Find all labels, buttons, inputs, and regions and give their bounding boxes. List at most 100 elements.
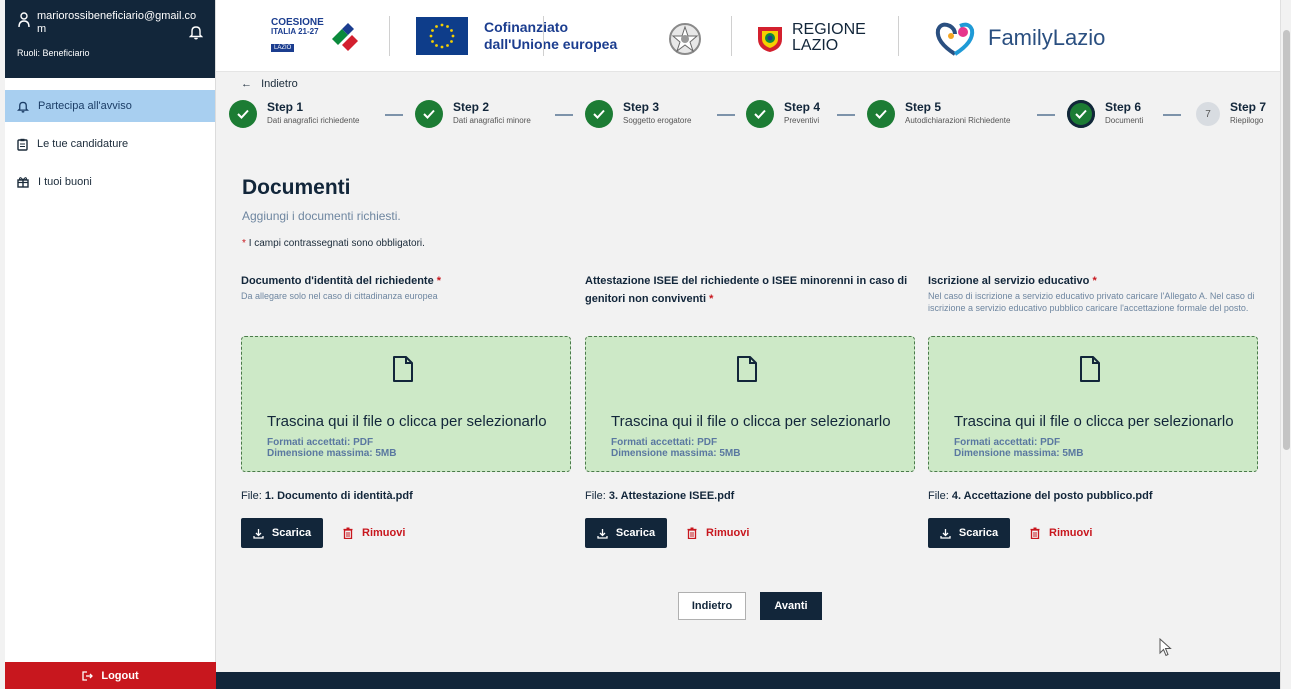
sidebar-item-label: I tuoi buoni [38,176,92,188]
step-4[interactable]: Step 4 Preventivi [746,100,820,128]
document-hint: Da allegare solo nel caso di cittadinanz… [241,291,438,301]
required-star: * [709,293,714,305]
required-star: * [436,275,442,287]
user-panel: mariorossibeneficiario@gmail.com Ruoli: … [5,0,215,78]
file-name: 4. Accettazione del posto pubblico.pdf [951,490,1153,502]
required-note-text: I campi contrassegnati sono obbligatori. [248,238,425,249]
document-label-text: Iscrizione al servizio educativo [928,275,1090,287]
dropzone-maxsize: Dimensione massima: 5MB [611,448,741,459]
step-5[interactable]: Step 5 Autodichiarazioni Richiedente [867,100,1010,128]
download-button[interactable]: Scarica [241,518,323,548]
step-connector [717,114,735,116]
dropzone-text: Trascina qui il file o clicca per selezi… [954,413,1234,430]
header-divider [543,16,544,56]
eu-flag-icon [416,17,468,55]
eu-logo: Cofinanziato dall'Unione europea [416,17,617,55]
dropzone-formats: Formati accettati: PDF [954,437,1061,448]
dropzone-maxsize: Dimensione massima: 5MB [267,448,397,459]
file-line: File: 4. Accettazione del posto pubblico… [928,490,1153,502]
trash-icon [687,527,697,539]
step-7[interactable]: 7 Step 7 Riepilogo [1196,100,1266,126]
step-subtitle: Dati anagrafici minore [453,116,531,125]
remove-button[interactable]: Rimuovi [687,527,749,539]
bell-icon[interactable] [189,24,203,40]
sidebar-item-label: Le tue candidature [37,138,129,150]
step-subtitle: Autodichiarazioni Richiedente [905,116,1011,125]
remove-label: Rimuovi [1049,527,1093,539]
coesione-mark-icon [331,23,358,51]
sidebar: mariorossibeneficiario@gmail.com Ruoli: … [5,0,216,689]
step-number: 7 [1196,102,1220,126]
download-label: Scarica [615,527,656,539]
dropzone[interactable]: Trascina qui il file o clicca per selezi… [585,336,915,472]
download-button[interactable]: Scarica [928,518,1010,548]
step-2[interactable]: Step 2 Dati anagrafici minore [415,100,531,128]
next-button[interactable]: Avanti [760,592,822,620]
stepper: Step 1 Dati anagrafici richiedente Step 2… [229,100,1279,140]
dropzone[interactable]: Trascina qui il file o clicca per selezi… [928,336,1258,472]
dropzone-text: Trascina qui il file o clicca per selezi… [611,413,891,430]
eu-text-line2: dall'Unione europea [484,36,618,52]
header-divider [389,16,390,56]
file-name: 1. Documento di identità.pdf [264,490,413,502]
header-divider [898,16,899,56]
file-prefix: File: [928,490,949,502]
scroll-thumb[interactable] [1283,30,1290,450]
document-hint: Nel caso di iscrizione a servizio educat… [928,291,1255,313]
download-button[interactable]: Scarica [585,518,667,548]
step-title: Step 4 [784,100,821,114]
step-subtitle: Preventivi [784,116,820,125]
step-connector [385,114,403,116]
check-icon [415,100,443,128]
remove-button[interactable]: Rimuovi [343,527,405,539]
download-icon [940,528,951,539]
main-content: ← Indietro Step 1 Dati anagrafici richied… [216,72,1280,672]
sidebar-item-partecipa[interactable]: Partecipa all'avviso [5,90,215,122]
dropzone-formats: Formati accettati: PDF [611,437,718,448]
check-icon [746,100,774,128]
step-1[interactable]: Step 1 Dati anagrafici richiedente [229,100,360,128]
download-icon [253,528,264,539]
logout-button[interactable]: Logout [5,662,216,689]
back-button[interactable]: Indietro [678,592,746,620]
dropzone[interactable]: Trascina qui il file o clicca per selezi… [241,336,571,472]
trash-icon [1030,527,1040,539]
header-divider [731,16,732,56]
file-icon [393,356,413,382]
scrollbar[interactable] [1280,0,1291,689]
arrow-left-icon: ← [241,78,252,90]
download-label: Scarica [958,527,999,539]
document-iscrizione: Iscrizione al servizio educativo * Nel c… [928,272,1258,548]
required-star: * [1092,275,1097,287]
regione-text-line2: LAZIO [792,37,839,54]
regione-lazio-logo: REGIONE LAZIO [756,22,866,54]
gift-icon [17,177,29,188]
check-icon [867,100,895,128]
eu-text-line1: Cofinanziato [484,19,568,35]
file-icon [1080,356,1100,382]
file-line: File: 3. Attestazione ISEE.pdf [585,490,734,502]
back-link-label: Indietro [261,78,298,90]
step-6[interactable]: Step 6 Documenti [1067,100,1143,128]
mouse-cursor-icon [1159,638,1172,657]
step-connector [555,114,573,116]
document-label-text: Attestazione ISEE del richiedente o ISEE… [585,275,908,305]
step-subtitle: Soggetto erogatore [623,116,692,125]
dropzone-formats: Formati accettati: PDF [267,437,374,448]
remove-button[interactable]: Rimuovi [1030,527,1092,539]
remove-label: Rimuovi [362,527,406,539]
file-icon [737,356,757,382]
coesione-logo: COESIONE ITALIA 21-27 LAZIO [271,18,362,54]
document-identity: Documento d'identità del richiedente * D… [241,272,571,548]
sidebar-item-label: Partecipa all'avviso [38,100,132,112]
step-title: Step 6 [1105,100,1142,114]
file-line: File: 1. Documento di identità.pdf [241,490,413,502]
document-label-text: Documento d'identità del richiedente [241,275,434,287]
page-subtitle: Aggiungi i documenti richiesti. [242,209,401,223]
step-3[interactable]: Step 3 Soggetto erogatore [585,100,692,128]
back-link[interactable]: ← Indietro [241,78,298,90]
sidebar-item-buoni[interactable]: I tuoi buoni [5,166,215,198]
step-title: Step 7 [1230,100,1267,114]
italy-emblem-icon [668,22,702,61]
sidebar-item-candidature[interactable]: Le tue candidature [5,128,215,160]
